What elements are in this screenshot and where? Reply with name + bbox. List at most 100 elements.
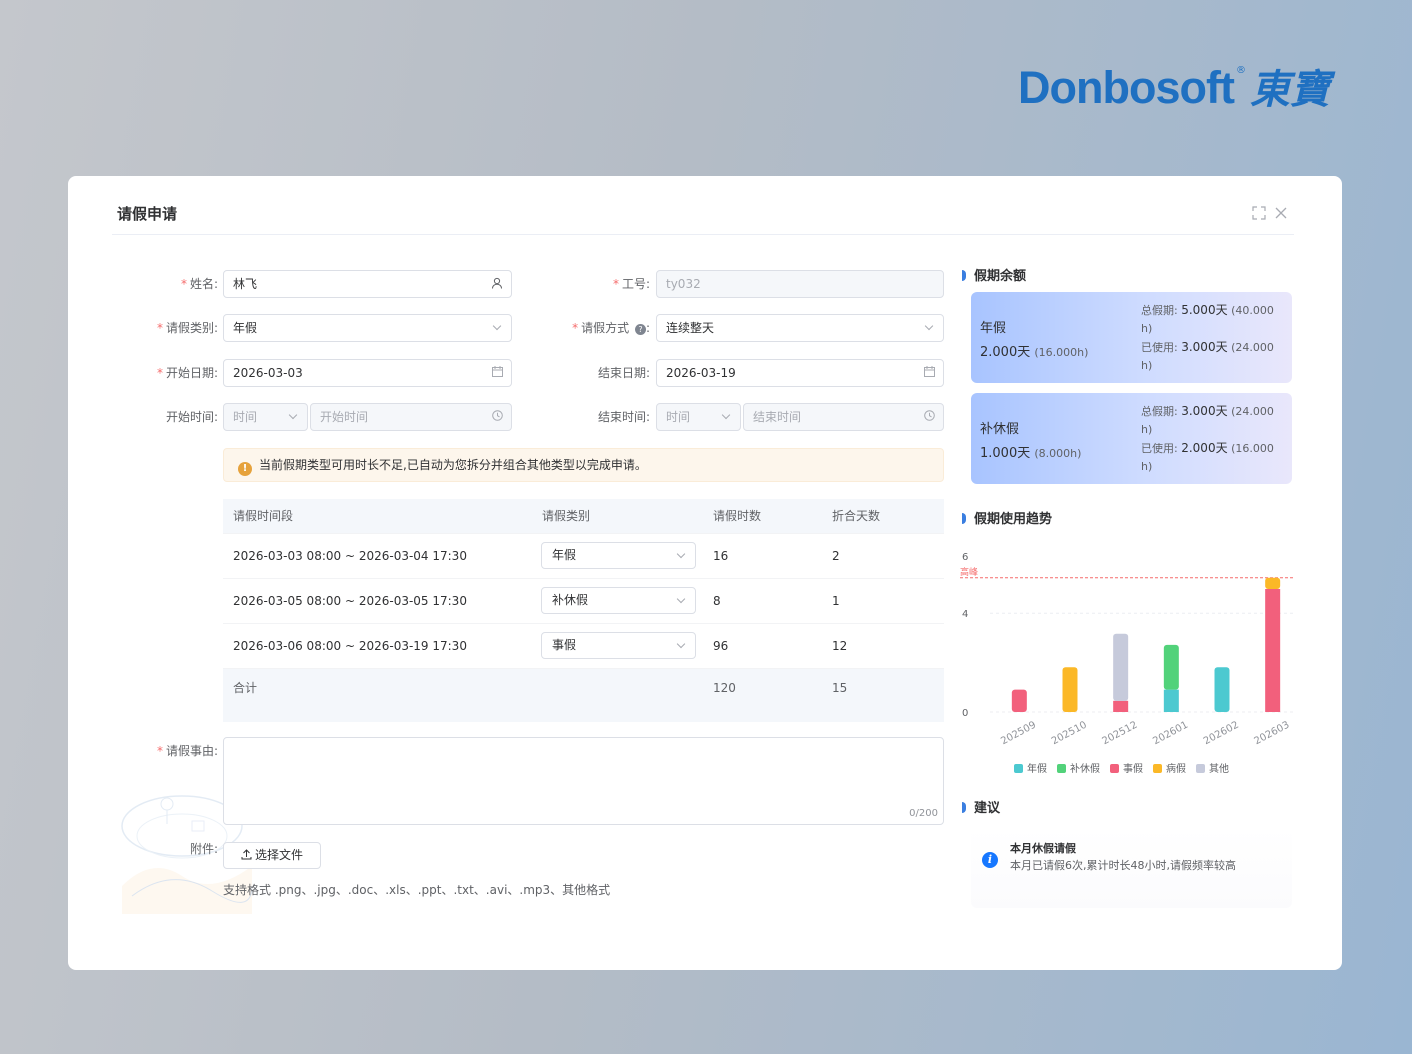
start-date-label: * 开始日期:	[156, 366, 218, 380]
start-time-picker: 开始时间	[310, 403, 512, 431]
x-tick-label: 202603	[1253, 720, 1292, 748]
employee-id-label: * 工号:	[612, 277, 650, 291]
info-icon: i	[982, 852, 998, 868]
leave-request-dialog: 请假申请 * 姓名: 林飞 * 工号: ty032 * 请假类别: 年假 * 请假方式 …	[68, 176, 1342, 970]
total-days: 15	[832, 681, 848, 695]
fullscreen-icon[interactable]	[1251, 206, 1267, 222]
calendar-icon	[924, 360, 935, 386]
end-time-picker: 结束时间	[743, 403, 944, 431]
table-row: 2026-03-03 08:00 ~ 2026-03-04 17:30 年假 1…	[223, 534, 944, 579]
help-icon[interactable]: ?	[634, 324, 646, 335]
legend-label: 病假	[1166, 764, 1186, 775]
row-period: 2026-03-03 08:00 ~ 2026-03-04 17:30	[233, 549, 467, 563]
leave-type-label: * 请假类别:	[156, 321, 218, 335]
suggestion-item-title: 本月休假请假	[1010, 842, 1076, 855]
chevron-down-icon	[676, 639, 686, 649]
total-label: 合计	[233, 681, 258, 695]
legend-item[interactable]: 其他	[1196, 760, 1229, 775]
x-tick-label: 202512	[1101, 720, 1140, 748]
legend-item[interactable]: 病假	[1153, 760, 1186, 775]
alert-text: 当前假期类型可用时长不足,已自动为您拆分并组合其他类型以完成申请。	[259, 458, 647, 472]
header-period: 请假时间段	[233, 509, 294, 523]
legend-item[interactable]: 补休假	[1057, 760, 1100, 775]
row-period: 2026-03-05 08:00 ~ 2026-03-05 17:30	[233, 594, 467, 608]
leave-mode-label: * 请假方式 ?:	[572, 321, 650, 335]
x-tick-label: 202601	[1151, 720, 1190, 748]
upload-icon	[241, 849, 252, 860]
suggestion-card: i 本月休假请假 本月已请假6次,累计时长48小时,请假频率较高	[971, 828, 1292, 908]
title-divider	[112, 234, 1294, 235]
chart-legend: 年假 补休假 事假 病假 其他	[1014, 760, 1229, 775]
close-icon[interactable]	[1273, 206, 1289, 222]
bar-segment	[1163, 644, 1179, 690]
legend-swatch	[1057, 764, 1066, 773]
name-field[interactable]: 林飞	[223, 270, 512, 298]
bar-segment	[1265, 577, 1281, 589]
name-label: * 姓名:	[180, 277, 218, 291]
end-time-label: 结束时间:	[597, 410, 650, 424]
row-type-select[interactable]: 事假	[541, 632, 696, 659]
warning-icon: !	[238, 462, 252, 476]
suggestion-item-text: 本月已请假6次,累计时长48小时,请假频率较高	[1010, 859, 1236, 872]
row-hours: 96	[713, 639, 729, 653]
brand-logo: Donbosoft ® 東寶	[1018, 62, 1330, 122]
reason-textarea[interactable]: 0/200	[223, 737, 944, 825]
y-tick-label: 0	[962, 708, 968, 719]
attachment-label: 附件:	[189, 842, 218, 856]
header-days: 折合天数	[832, 509, 881, 523]
upload-button[interactable]: 选择文件	[223, 842, 321, 869]
card-used: 已使用: 2.000天 (16.000 h)	[1141, 441, 1274, 473]
x-tick-label: 202509	[999, 720, 1038, 748]
row-days: 2	[832, 549, 840, 563]
start-date-picker[interactable]: 2026-03-03	[223, 359, 512, 387]
format-hint: 支持格式 .png、.jpg、.doc、.xls、.ppt、.txt、.avi、…	[223, 883, 611, 897]
trend-title: 假期使用趋势	[962, 508, 1052, 527]
chevron-down-icon	[676, 549, 686, 559]
bar-segment	[1113, 633, 1129, 701]
card-remaining: 2.000天 (16.000h)	[980, 345, 1089, 360]
bar-segment	[1113, 700, 1129, 712]
header-hours: 请假时数	[713, 509, 762, 523]
bar-segment	[1214, 667, 1230, 712]
brand-name: Donbosoft	[1018, 62, 1235, 113]
legend-item[interactable]: 事假	[1110, 760, 1143, 775]
bar-segment	[1062, 667, 1078, 712]
legend-item[interactable]: 年假	[1014, 760, 1047, 775]
legend-label: 补休假	[1070, 764, 1100, 775]
start-time-label: 开始时间:	[165, 410, 218, 424]
end-date-picker[interactable]: 2026-03-19	[656, 359, 944, 387]
row-type-select[interactable]: 年假	[541, 542, 696, 569]
row-hours: 8	[713, 594, 721, 608]
total-hours: 120	[713, 681, 736, 695]
start-time-select: 时间	[223, 403, 308, 431]
table-row: 2026-03-05 08:00 ~ 2026-03-05 17:30 补休假 …	[223, 579, 944, 624]
balance-title: 假期余额	[962, 265, 1026, 284]
table-total-row: 合计 120 15	[223, 669, 944, 722]
leave-split-table: 请假时间段 请假类别 请假时数 折合天数 2026-03-03 08:00 ~ …	[223, 499, 944, 722]
balance-card-comp: 补休假 1.000天 (8.000h) 总假期: 3.000天 (24.000 h…	[971, 393, 1292, 484]
leave-type-select[interactable]: 年假	[223, 314, 512, 342]
clock-icon	[924, 404, 935, 430]
row-days: 1	[832, 594, 840, 608]
trend-chart: 0 4 6 高峰 202509 202510 202512 202601 202602 20260…	[960, 552, 1294, 748]
brand-chinese-name: 東寶	[1249, 66, 1330, 113]
suggestion-title: 建议	[962, 797, 1000, 816]
brand-registered-mark: ®	[1235, 65, 1246, 76]
employee-id-field: ty032	[656, 270, 944, 298]
chevron-down-icon	[676, 594, 686, 604]
row-type-select[interactable]: 补休假	[541, 587, 696, 614]
legend-swatch	[1153, 764, 1162, 773]
legend-swatch	[1196, 764, 1205, 773]
reason-label: * 请假事由:	[156, 744, 218, 758]
row-period: 2026-03-06 08:00 ~ 2026-03-19 17:30	[233, 639, 467, 653]
legend-label: 事假	[1123, 764, 1143, 775]
row-days: 12	[832, 639, 848, 653]
legend-label: 其他	[1209, 764, 1229, 775]
end-date-label: 结束日期:	[597, 366, 650, 380]
y-tick-label: 6	[962, 552, 968, 563]
x-tick-label: 202602	[1202, 720, 1241, 748]
y-tick-label: 4	[962, 609, 968, 620]
leave-mode-select[interactable]: 连续整天	[656, 314, 944, 342]
bar-segment	[1011, 689, 1027, 712]
x-tick-label: 202510	[1050, 720, 1089, 748]
